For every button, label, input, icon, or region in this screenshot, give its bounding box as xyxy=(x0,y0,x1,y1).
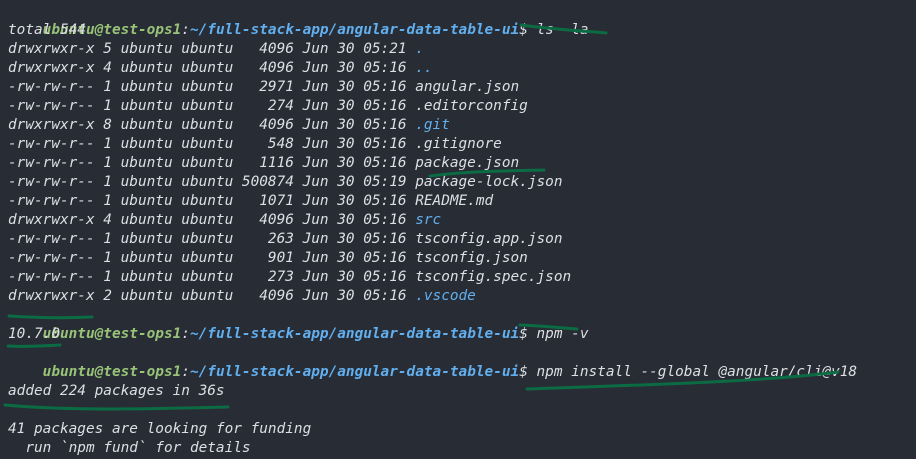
ls-entry-meta: drwxrwxr-x 8 ubuntu ubuntu 4096 Jun 30 0… xyxy=(8,117,416,133)
prompt-dollar: $ xyxy=(519,22,537,38)
npm-install-added: added 224 packages in 36s xyxy=(8,383,225,399)
annotation-underline-added xyxy=(3,403,230,411)
npm-funding-hint: run `npm fund` for details xyxy=(8,440,251,456)
ls-entry-meta: -rw-rw-r-- 1 ubuntu ubuntu 1116 Jun 30 0… xyxy=(8,155,416,171)
command-npm-version: npm -v xyxy=(536,326,589,342)
ls-entry: -rw-rw-r-- 1 ubuntu ubuntu 273 Jun 30 05… xyxy=(8,268,571,287)
ls-entry: drwxrwxr-x 4 ubuntu ubuntu 4096 Jun 30 0… xyxy=(8,211,441,230)
prompt-path: ~/full-stack-app/angular-data-table-ui xyxy=(189,22,520,38)
prompt-path: ~/full-stack-app/angular-data-table-ui xyxy=(189,326,520,342)
prompt-separator: : xyxy=(181,364,190,380)
ls-entry-name: .vscode xyxy=(415,288,476,304)
prompt-separator: : xyxy=(181,326,190,342)
ls-entry: -rw-rw-r-- 1 ubuntu ubuntu 263 Jun 30 05… xyxy=(8,230,563,249)
prompt-line-ls: ubuntu@test-ops1:~/full-stack-app/angula… xyxy=(8,2,589,38)
ls-entry: -rw-rw-r-- 1 ubuntu ubuntu 548 Jun 30 05… xyxy=(8,135,502,154)
ls-entry: -rw-rw-r-- 1 ubuntu ubuntu 500874 Jun 30… xyxy=(8,173,563,192)
ls-entry-meta: drwxrwxr-x 2 ubuntu ubuntu 4096 Jun 30 0… xyxy=(8,288,416,304)
terminal-window[interactable]: ubuntu@test-ops1:~/full-stack-app/angula… xyxy=(0,0,916,459)
ls-total: total 544 xyxy=(8,22,86,38)
ls-entry-name: .gitignore xyxy=(415,136,502,152)
ls-entry-name: .git xyxy=(415,117,450,133)
ls-entry-name: .. xyxy=(415,60,433,76)
ls-entry: drwxrwxr-x 8 ubuntu ubuntu 4096 Jun 30 0… xyxy=(8,116,450,135)
ls-entry: -rw-rw-r-- 1 ubuntu ubuntu 901 Jun 30 05… xyxy=(8,249,528,268)
prompt-line-npm-install: ubuntu@test-ops1:~/full-stack-app/angula… xyxy=(8,344,857,380)
npm-funding-notice: 41 packages are looking for funding xyxy=(8,421,312,437)
ls-entry: -rw-rw-r-- 1 ubuntu ubuntu 1116 Jun 30 0… xyxy=(8,154,519,173)
prompt-user-host: ubuntu@test-ops1 xyxy=(42,364,182,380)
prompt-dollar: $ xyxy=(519,364,537,380)
npm-version-output: 10.7.0 xyxy=(8,326,60,342)
ls-entry-name: . xyxy=(415,41,424,57)
ls-entry-meta: -rw-rw-r-- 1 ubuntu ubuntu 1071 Jun 30 0… xyxy=(8,193,416,209)
prompt-dollar: $ xyxy=(519,326,537,342)
ls-entry: -rw-rw-r-- 1 ubuntu ubuntu 2971 Jun 30 0… xyxy=(8,78,519,97)
ls-entry-meta: -rw-rw-r-- 1 ubuntu ubuntu 500874 Jun 30… xyxy=(8,174,416,190)
ls-entry-name: package.json xyxy=(415,155,520,171)
ls-entry-meta: -rw-rw-r-- 1 ubuntu ubuntu 273 Jun 30 05… xyxy=(8,269,416,285)
prompt-path: ~/full-stack-app/angular-data-table-ui xyxy=(189,364,520,380)
ls-entry-name: package-lock.json xyxy=(415,174,563,190)
ls-entry-meta: -rw-rw-r-- 1 ubuntu ubuntu 548 Jun 30 05… xyxy=(8,136,416,152)
command-ls: ls -la xyxy=(536,22,589,38)
ls-entry-meta: -rw-rw-r-- 1 ubuntu ubuntu 2971 Jun 30 0… xyxy=(8,79,416,95)
ls-entry-meta: -rw-rw-r-- 1 ubuntu ubuntu 274 Jun 30 05… xyxy=(8,98,416,114)
ls-entry-name: tsconfig.app.json xyxy=(415,231,563,247)
ls-entry: drwxrwxr-x 2 ubuntu ubuntu 4096 Jun 30 0… xyxy=(8,287,476,306)
command-npm-install: npm install --global @angular/cli@v18 xyxy=(536,364,858,380)
ls-entry-name: angular.json xyxy=(415,79,520,95)
ls-entry: -rw-rw-r-- 1 ubuntu ubuntu 1071 Jun 30 0… xyxy=(8,192,493,211)
ls-entry-name: tsconfig.json xyxy=(415,250,528,266)
ls-entry-name: .editorconfig xyxy=(415,98,528,114)
ls-entry-name: tsconfig.spec.json xyxy=(415,269,572,285)
ls-entry-meta: drwxrwxr-x 4 ubuntu ubuntu 4096 Jun 30 0… xyxy=(8,60,416,76)
ls-entry: -rw-rw-r-- 1 ubuntu ubuntu 274 Jun 30 05… xyxy=(8,97,528,116)
ls-entry: drwxrwxr-x 5 ubuntu ubuntu 4096 Jun 30 0… xyxy=(8,40,424,59)
prompt-user-host: ubuntu@test-ops1 xyxy=(42,326,182,342)
ls-entry-name: src xyxy=(415,212,442,228)
ls-entry-name: README.md xyxy=(415,193,494,209)
prompt-line-npm-version: ubuntu@test-ops1:~/full-stack-app/angula… xyxy=(8,306,589,342)
ls-entry-meta: -rw-rw-r-- 1 ubuntu ubuntu 263 Jun 30 05… xyxy=(8,231,416,247)
prompt-separator: : xyxy=(181,22,190,38)
ls-entry: drwxrwxr-x 4 ubuntu ubuntu 4096 Jun 30 0… xyxy=(8,59,433,78)
ls-entry-meta: drwxrwxr-x 4 ubuntu ubuntu 4096 Jun 30 0… xyxy=(8,212,416,228)
ls-entry-meta: drwxrwxr-x 5 ubuntu ubuntu 4096 Jun 30 0… xyxy=(8,41,416,57)
ls-entry-meta: -rw-rw-r-- 1 ubuntu ubuntu 901 Jun 30 05… xyxy=(8,250,416,266)
